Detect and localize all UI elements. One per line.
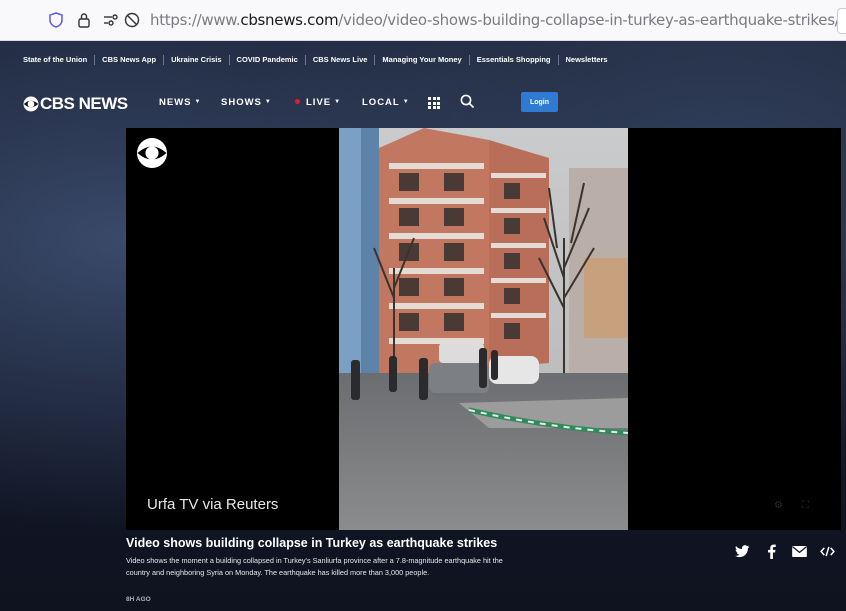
autoplay-blocked-icon[interactable]: [122, 10, 142, 30]
nav-shows[interactable]: SHOWS ▼: [221, 97, 272, 108]
trending-links-bar: State of the Union CBS News App Ukraine …: [0, 41, 846, 79]
logo-text: CBS NEWS: [40, 94, 128, 113]
nav-shows-label: SHOWS: [221, 97, 262, 108]
cbs-watermark-icon: [137, 138, 167, 168]
nav-live[interactable]: LIVE ▼: [295, 97, 341, 108]
chevron-down-icon: ▼: [334, 99, 342, 105]
topnav-link[interactable]: Essentials Shopping: [470, 55, 559, 65]
video-frame: [339, 128, 628, 530]
browser-toolbar: https://www.cbsnews.com/video/video-show…: [0, 0, 846, 41]
toolbar-overflow-edge: [837, 8, 846, 34]
apps-grid-icon[interactable]: [428, 97, 440, 109]
login-button[interactable]: Login: [521, 92, 558, 112]
email-icon[interactable]: [791, 543, 807, 559]
url-domain: cbsnews.com: [240, 11, 339, 29]
chevron-down-icon: ▼: [264, 99, 272, 105]
address-bar[interactable]: https://www.cbsnews.com/video/video-show…: [150, 11, 846, 29]
video-player[interactable]: Urfa TV via Reuters ⚙ ⛶: [126, 128, 841, 530]
lock-icon[interactable]: [74, 10, 94, 30]
embed-icon[interactable]: [819, 543, 835, 559]
twitter-icon[interactable]: [734, 543, 750, 559]
cbs-page: State of the Union CBS News App Ukraine …: [0, 41, 846, 611]
live-dot-icon: [295, 99, 300, 104]
url-prefix: https://www.: [150, 11, 241, 29]
permissions-icon[interactable]: [102, 10, 122, 30]
chevron-down-icon: ▼: [402, 99, 410, 105]
search-icon[interactable]: [460, 94, 475, 114]
topnav-link[interactable]: COVID Pandemic: [230, 55, 306, 65]
main-navigation: CBS NEWS NEWS ▼ SHOWS ▼ LIVE ▼ LOCAL ▼ Login: [0, 89, 846, 117]
cbs-news-logo[interactable]: CBS NEWS: [23, 94, 128, 114]
nav-news[interactable]: NEWS ▼: [159, 97, 201, 108]
topnav-link[interactable]: Ukraine Crisis: [164, 55, 230, 65]
cbs-eye-icon: [23, 96, 39, 112]
facebook-icon[interactable]: [763, 543, 779, 559]
fullscreen-icon[interactable]: ⛶: [802, 500, 809, 511]
topnav-link[interactable]: Managing Your Money: [375, 55, 470, 65]
topnav-link[interactable]: CBS News App: [95, 55, 165, 65]
timestamp: 8H AGO: [126, 596, 151, 603]
topnav-link[interactable]: Newsletters: [559, 55, 615, 65]
url-path: /video/video-shows-building-collapse-in-…: [338, 11, 846, 29]
nav-local-label: LOCAL: [362, 97, 400, 108]
topnav-link[interactable]: State of the Union: [16, 55, 96, 65]
chevron-down-icon: ▼: [194, 99, 202, 105]
video-title: Video shows building collapse in Turkey …: [126, 536, 498, 550]
topnav-link[interactable]: CBS News Live: [306, 55, 376, 65]
nav-local[interactable]: LOCAL ▼: [362, 97, 410, 108]
video-description: Video shows the moment a building collap…: [126, 556, 503, 577]
nav-news-label: NEWS: [159, 97, 192, 108]
video-credit: Urfa TV via Reuters: [147, 496, 279, 513]
shield-icon[interactable]: [46, 10, 66, 30]
settings-icon[interactable]: ⚙: [774, 500, 783, 511]
nav-live-label: LIVE: [306, 97, 332, 108]
